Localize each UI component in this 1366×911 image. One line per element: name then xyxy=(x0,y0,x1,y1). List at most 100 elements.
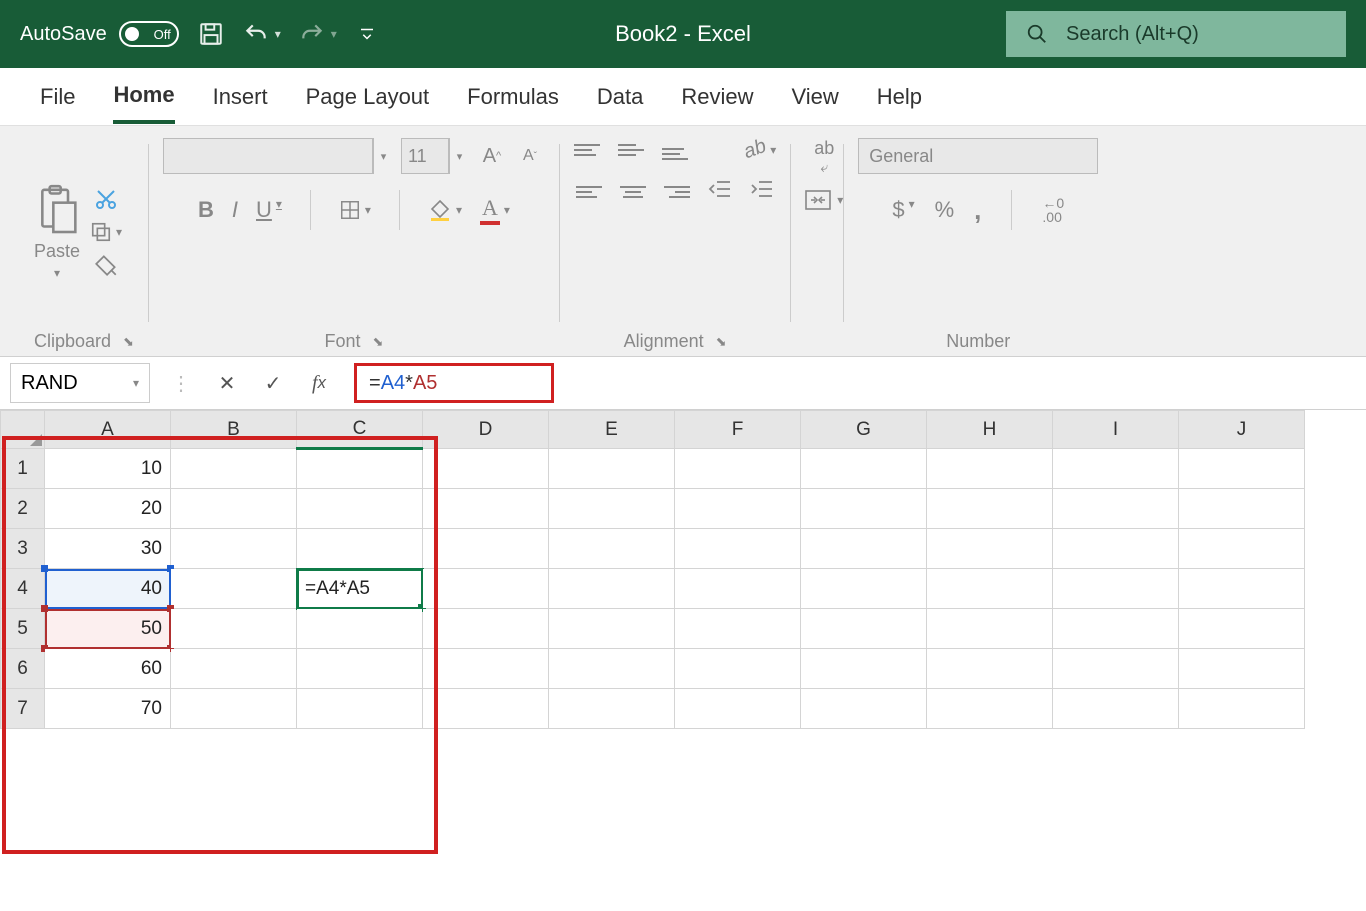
cell-g4[interactable] xyxy=(801,569,927,609)
col-header-f[interactable]: F xyxy=(675,411,801,449)
cell-c5[interactable] xyxy=(297,609,423,649)
tab-file[interactable]: File xyxy=(40,72,75,122)
tab-help[interactable]: Help xyxy=(877,72,922,122)
dialog-launcher-icon[interactable]: ⬊ xyxy=(716,334,727,350)
comma-button[interactable]: , xyxy=(974,195,981,226)
decrease-indent-icon[interactable] xyxy=(708,179,732,204)
cell-e1[interactable] xyxy=(549,449,675,489)
chevron-down-icon[interactable]: ▾ xyxy=(54,266,60,280)
wrap-text-button[interactable]: ab⤶ xyxy=(814,138,834,176)
cell-f6[interactable] xyxy=(675,649,801,689)
cell-h5[interactable] xyxy=(927,609,1053,649)
enter-icon[interactable]: ✓ xyxy=(256,366,290,400)
cell-i6[interactable] xyxy=(1053,649,1179,689)
increase-indent-icon[interactable] xyxy=(750,179,774,204)
row-header-5[interactable]: 5 xyxy=(1,609,45,649)
autosave-toggle[interactable]: Off xyxy=(119,21,179,47)
cell-f4[interactable] xyxy=(675,569,801,609)
cell-g1[interactable] xyxy=(801,449,927,489)
cell-e2[interactable] xyxy=(549,489,675,529)
tab-review[interactable]: Review xyxy=(681,72,753,122)
cell-j5[interactable] xyxy=(1179,609,1305,649)
cell-h7[interactable] xyxy=(927,689,1053,729)
cell-h6[interactable] xyxy=(927,649,1053,689)
cell-e7[interactable] xyxy=(549,689,675,729)
cell-a3[interactable]: 30 xyxy=(45,529,171,569)
dialog-launcher-icon[interactable]: ⬊ xyxy=(123,334,134,350)
tab-page-layout[interactable]: Page Layout xyxy=(306,72,430,122)
cell-g7[interactable] xyxy=(801,689,927,729)
cell-b5[interactable] xyxy=(171,609,297,649)
fx-icon[interactable]: fx xyxy=(302,366,336,400)
cell-d4[interactable] xyxy=(423,569,549,609)
align-center-icon[interactable] xyxy=(620,183,646,201)
cell-f2[interactable] xyxy=(675,489,801,529)
decrease-font-icon[interactable]: Aˇ xyxy=(515,141,545,171)
cell-f3[interactable] xyxy=(675,529,801,569)
cell-j6[interactable] xyxy=(1179,649,1305,689)
chevron-down-icon[interactable]: ▾ xyxy=(449,138,469,174)
cell-a4[interactable]: 40 xyxy=(45,569,171,609)
cell-a6[interactable]: 60 xyxy=(45,649,171,689)
tab-view[interactable]: View xyxy=(791,72,838,122)
cell-d5[interactable] xyxy=(423,609,549,649)
cell-b7[interactable] xyxy=(171,689,297,729)
align-left-icon[interactable] xyxy=(576,183,602,201)
cell-e4[interactable] xyxy=(549,569,675,609)
cell-d6[interactable] xyxy=(423,649,549,689)
cell-a5[interactable]: 50 xyxy=(45,609,171,649)
cell-h3[interactable] xyxy=(927,529,1053,569)
col-header-i[interactable]: I xyxy=(1053,411,1179,449)
cell-h2[interactable] xyxy=(927,489,1053,529)
underline-button[interactable]: U▾ xyxy=(256,197,282,223)
col-header-d[interactable]: D xyxy=(423,411,549,449)
cut-icon[interactable] xyxy=(94,187,118,211)
row-header-4[interactable]: 4 xyxy=(1,569,45,609)
cell-a1[interactable]: 10 xyxy=(45,449,171,489)
col-header-b[interactable]: B xyxy=(171,411,297,449)
cell-b6[interactable] xyxy=(171,649,297,689)
col-header-h[interactable]: H xyxy=(927,411,1053,449)
format-painter-icon[interactable] xyxy=(93,253,119,277)
borders-button[interactable]: ▾ xyxy=(339,199,371,221)
col-header-a[interactable]: A xyxy=(45,411,171,449)
cell-c7[interactable] xyxy=(297,689,423,729)
cell-g5[interactable] xyxy=(801,609,927,649)
cell-j7[interactable] xyxy=(1179,689,1305,729)
cell-a2[interactable]: 20 xyxy=(45,489,171,529)
name-box[interactable]: RAND▾ xyxy=(10,363,150,403)
cell-e6[interactable] xyxy=(549,649,675,689)
cell-d1[interactable] xyxy=(423,449,549,489)
row-header-7[interactable]: 7 xyxy=(1,689,45,729)
cell-b3[interactable] xyxy=(171,529,297,569)
undo-button[interactable]: ▾ xyxy=(243,21,281,47)
tab-data[interactable]: Data xyxy=(597,72,643,122)
italic-button[interactable]: I xyxy=(232,197,238,223)
orientation-button[interactable]: ab▾ xyxy=(744,138,776,161)
chevron-down-icon[interactable]: ▾ xyxy=(133,376,139,390)
cell-h1[interactable] xyxy=(927,449,1053,489)
cell-j1[interactable] xyxy=(1179,449,1305,489)
row-header-1[interactable]: 1 xyxy=(1,449,45,489)
cell-i4[interactable] xyxy=(1053,569,1179,609)
align-bottom-icon[interactable] xyxy=(662,145,688,163)
cell-i2[interactable] xyxy=(1053,489,1179,529)
chevron-down-icon[interactable]: ▾ xyxy=(331,27,337,41)
fill-color-button[interactable]: ▾ xyxy=(428,198,462,222)
cell-d3[interactable] xyxy=(423,529,549,569)
align-top-icon[interactable] xyxy=(574,141,600,159)
cell-i1[interactable] xyxy=(1053,449,1179,489)
formula-input[interactable]: =A4*A5 xyxy=(354,363,554,403)
chevron-down-icon[interactable]: ▾ xyxy=(373,138,393,174)
copy-button[interactable]: ▾ xyxy=(90,221,122,243)
cell-b4[interactable] xyxy=(171,569,297,609)
chevron-down-icon[interactable]: ▾ xyxy=(275,27,281,41)
cell-h4[interactable] xyxy=(927,569,1053,609)
cell-b2[interactable] xyxy=(171,489,297,529)
cell-g3[interactable] xyxy=(801,529,927,569)
more-icon[interactable]: ⋮ xyxy=(164,366,198,400)
col-header-g[interactable]: G xyxy=(801,411,927,449)
select-all-corner[interactable] xyxy=(1,411,45,449)
save-icon[interactable] xyxy=(197,20,225,48)
row-header-6[interactable]: 6 xyxy=(1,649,45,689)
